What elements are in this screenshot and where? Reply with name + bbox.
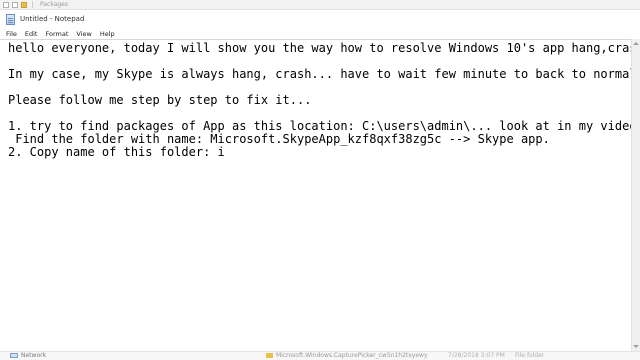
editor-line: In my case, my Skype is always hang, cra… [8, 67, 631, 81]
explorer-window-title: Packages [40, 1, 68, 8]
editor-line: hello everyone, today I will show you th… [8, 41, 631, 55]
screen: Packages Untitled - Notepad File Edit Fo… [0, 0, 640, 360]
vertical-scrollbar[interactable] [631, 39, 640, 351]
menu-file[interactable]: File [6, 30, 17, 38]
scroll-up-arrow-icon[interactable] [633, 42, 639, 45]
editor-line: Find the folder with name: Microsoft.Sky… [8, 132, 550, 146]
notepad-icon [6, 13, 15, 25]
nav-network-label[interactable]: Network [21, 352, 46, 360]
file-list-item-date: 7/28/2018 3:07 PM [448, 352, 505, 359]
menu-format[interactable]: Format [45, 30, 68, 38]
quick-access-properties-icon[interactable] [3, 1, 9, 8]
divider [32, 1, 33, 8]
notepad-window-title: Untitled - Notepad [20, 15, 85, 23]
explorer-bottom-strip: Network Microsoft.Windows.CapturePicker_… [0, 351, 640, 360]
explorer-title-strip: Packages [0, 0, 640, 10]
editor-line: 2. Copy name of this folder: i [8, 145, 225, 159]
network-icon [10, 353, 18, 358]
quick-access-new-folder-icon[interactable] [21, 1, 27, 8]
scroll-down-arrow-icon[interactable] [633, 345, 639, 348]
file-list-item-type: File folder [515, 352, 545, 359]
editor-text[interactable]: hello everyone, today I will show you th… [8, 42, 631, 159]
file-list-item-name[interactable]: Microsoft.Windows.CapturePicker_cw5n1h2t… [276, 352, 428, 360]
menu-edit[interactable]: Edit [25, 30, 38, 38]
menu-bar: File Edit Format View Help [0, 28, 640, 39]
menu-help[interactable]: Help [100, 30, 115, 38]
menu-view[interactable]: View [76, 30, 91, 38]
text-editor-area[interactable]: hello everyone, today I will show you th… [0, 39, 631, 351]
quick-access-checkbox-icon[interactable] [12, 1, 18, 8]
notepad-title-bar[interactable]: Untitled - Notepad [0, 10, 640, 28]
editor-line: Please follow me step by step to fix it.… [8, 93, 312, 107]
folder-icon [266, 353, 273, 358]
editor-line: 1. try to find packages of App as this l… [8, 119, 631, 133]
